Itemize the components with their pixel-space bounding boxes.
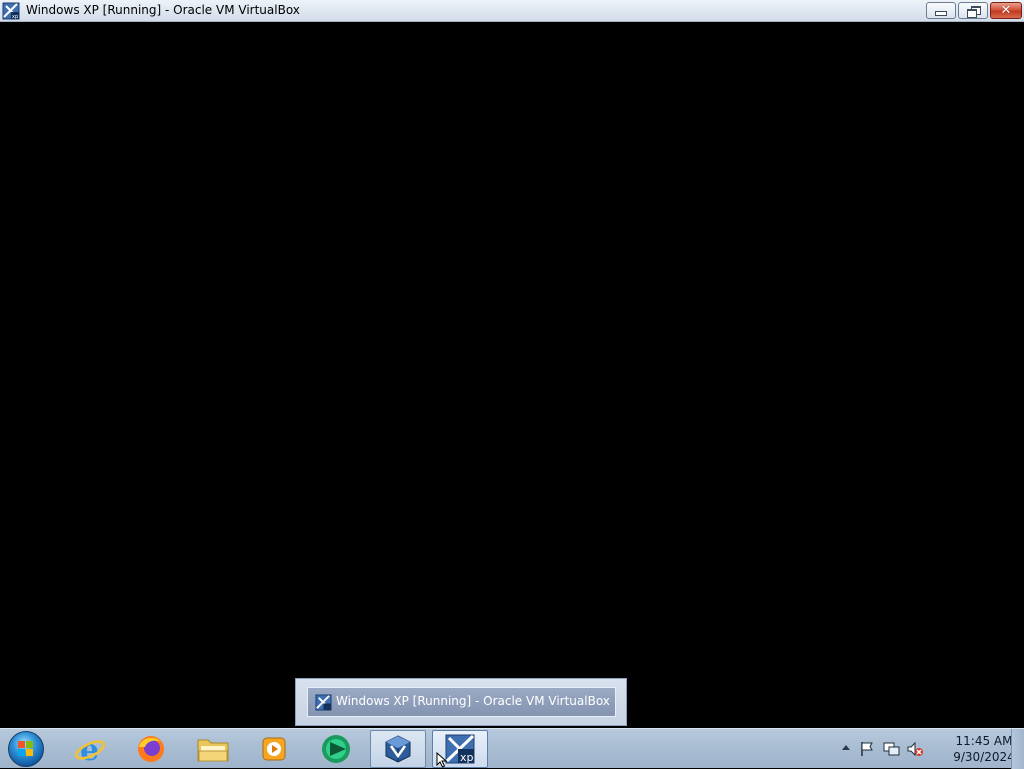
- window-title: Windows XP [Running] - Oracle VM Virtual…: [26, 3, 300, 17]
- close-icon: ✕: [1000, 3, 1012, 18]
- clock-time: 11:45 AM: [955, 734, 1013, 748]
- taskbar-item-green-app[interactable]: [308, 730, 364, 768]
- media-player-icon: [262, 737, 286, 761]
- taskbar-item-media-player[interactable]: [246, 730, 302, 768]
- restore-icon: [966, 5, 981, 18]
- restore-button[interactable]: [958, 2, 988, 19]
- virtualbox-xp-icon: xp: [2, 2, 20, 20]
- show-desktop-button[interactable]: [1011, 729, 1024, 769]
- windows-flag-icon: [18, 741, 34, 757]
- svg-text:xp: xp: [460, 751, 474, 764]
- taskbar-item-firefox[interactable]: [123, 730, 179, 768]
- close-button[interactable]: ✕: [990, 2, 1022, 19]
- minimize-icon: [935, 11, 947, 16]
- network-icon[interactable]: [882, 740, 900, 758]
- folder-icon: [197, 739, 229, 762]
- system-clock[interactable]: 11:45 AM 9/30/2024: [952, 733, 1016, 765]
- show-hidden-icons-arrow[interactable]: [842, 745, 850, 750]
- taskbar-item-virtualbox[interactable]: [370, 730, 426, 768]
- taskbar-thumbnail-preview[interactable]: Windows XP [Running] - Oracle VM Virtual…: [295, 678, 627, 726]
- system-tray: 11:45 AM 9/30/2024: [834, 729, 1024, 769]
- volume-muted-icon[interactable]: [906, 740, 924, 758]
- window-title-bar[interactable]: xp Windows XP [Running] - Oracle VM Virt…: [0, 0, 1024, 22]
- minimize-button[interactable]: [926, 2, 956, 19]
- clock-date: 9/30/2024: [953, 750, 1015, 764]
- thumbnail-label: Windows XP [Running] - Oracle VM Virtual…: [336, 694, 610, 708]
- action-center-flag-icon[interactable]: [858, 740, 876, 758]
- taskbar: e xp 11:45 AM 9/30/2024: [0, 728, 1024, 769]
- virtualbox-icon: [385, 735, 411, 763]
- start-button[interactable]: [8, 731, 44, 767]
- svg-text:xp: xp: [12, 14, 18, 20]
- virtualbox-xp-icon: [315, 694, 332, 711]
- green-app-icon: [322, 735, 350, 763]
- virtualbox-xp-icon: xp: [445, 734, 475, 764]
- thumbnail-item[interactable]: Windows XP [Running] - Oracle VM Virtual…: [307, 687, 616, 717]
- svg-text:e: e: [80, 733, 99, 765]
- firefox-icon: [138, 736, 164, 762]
- taskbar-item-file-explorer[interactable]: [185, 730, 241, 768]
- mouse-cursor-icon: [436, 752, 448, 768]
- internet-explorer-icon: e: [74, 733, 106, 765]
- taskbar-item-internet-explorer[interactable]: e: [62, 730, 118, 768]
